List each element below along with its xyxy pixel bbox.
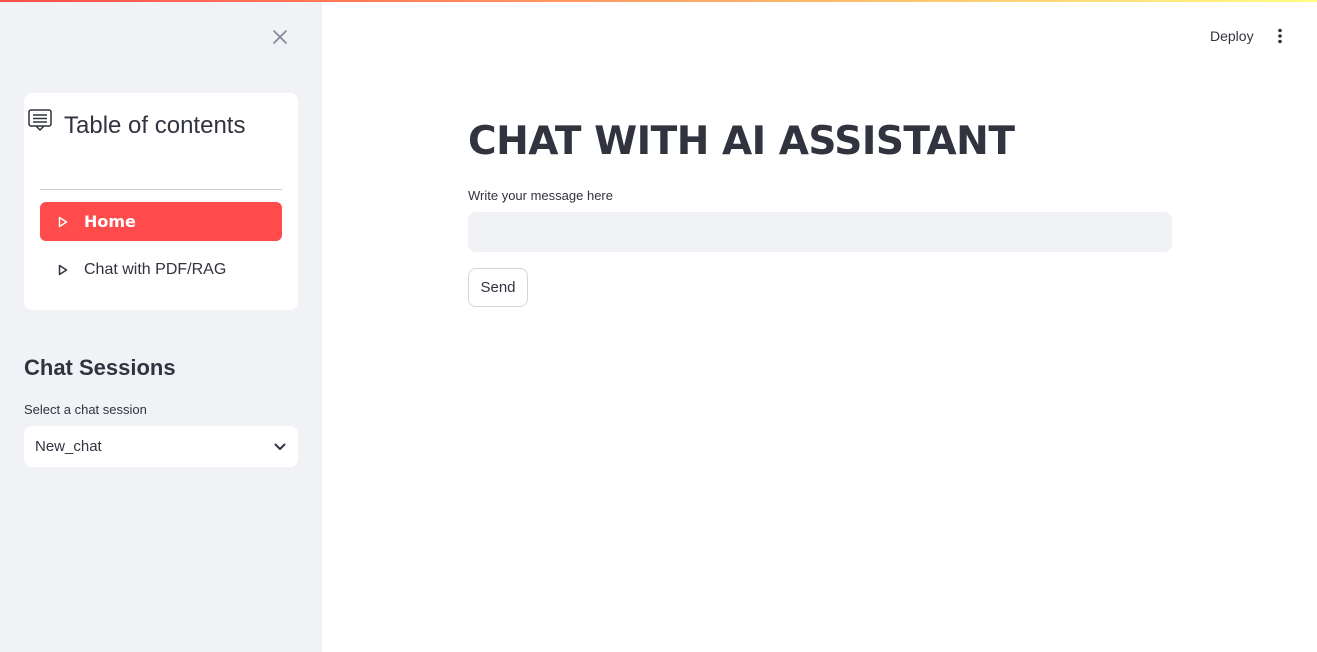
nav-item-label: Home	[84, 212, 136, 231]
nav-item-home[interactable]: Home	[40, 202, 282, 241]
sidebar: Table of contents Home Chat with PDF/RAG…	[0, 0, 322, 652]
send-button[interactable]: Send	[468, 268, 528, 307]
main-menu-button[interactable]	[1268, 24, 1292, 48]
chat-session-selected-value: New_chat	[35, 438, 102, 455]
toc-divider	[40, 189, 282, 190]
toc-title: Table of contents	[28, 108, 268, 145]
top-decoration-bar	[0, 0, 1317, 2]
chat-sessions-heading: Chat Sessions	[24, 355, 176, 380]
chevron-down-icon	[274, 443, 286, 450]
message-input[interactable]	[468, 212, 1172, 252]
kebab-menu-icon	[1278, 28, 1282, 44]
app: Table of contents Home Chat with PDF/RAG…	[0, 0, 1317, 652]
message-input-label: Write your message here	[468, 188, 613, 203]
page-title: CHAT WITH AI ASSISTANT	[468, 119, 1015, 164]
close-icon	[273, 30, 287, 44]
deploy-button[interactable]: Deploy	[1200, 24, 1264, 48]
close-sidebar-button[interactable]	[268, 25, 292, 49]
toc-title-text: Table of contents	[64, 112, 246, 139]
play-triangle-icon	[58, 264, 68, 276]
chat-session-select-label: Select a chat session	[24, 402, 147, 417]
play-triangle-icon	[58, 216, 68, 228]
nav-item-label: Chat with PDF/RAG	[84, 260, 227, 278]
nav-item-chat-pdf-rag[interactable]: Chat with PDF/RAG	[40, 250, 282, 289]
chat-session-select[interactable]: New_chat	[24, 426, 298, 467]
menu-lines-icon	[28, 106, 52, 142]
